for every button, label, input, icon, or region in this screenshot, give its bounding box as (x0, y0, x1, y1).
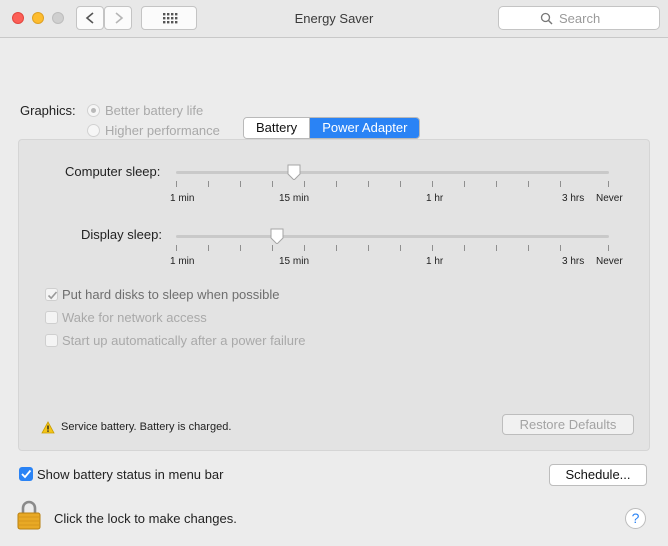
wake-network-checkbox[interactable] (45, 311, 58, 324)
display-sleep-slider[interactable] (176, 228, 609, 258)
schedule-button[interactable]: Schedule... (549, 464, 647, 486)
startup-power-label: Start up automatically after a power fai… (62, 333, 306, 348)
slider-tick (608, 245, 609, 251)
slider-tick (560, 181, 561, 187)
show-battery-status-label: Show battery status in menu bar (37, 467, 224, 482)
slider-tick (336, 245, 337, 251)
slider-tick (528, 245, 529, 251)
tick-label-never: Never (596, 256, 623, 267)
battery-status-text: Service battery. Battery is charged. (61, 421, 232, 433)
startup-power-checkbox[interactable] (45, 334, 58, 347)
slider-tick (208, 181, 209, 187)
lock-message: Click the lock to make changes. (54, 511, 237, 526)
radio-better-battery-life[interactable] (87, 104, 100, 117)
slider-thumb[interactable] (286, 164, 302, 180)
tick-label-3-hrs: 3 hrs (562, 193, 585, 204)
slider-tick (496, 181, 497, 187)
hard-disks-label: Put hard disks to sleep when possible (62, 287, 280, 302)
slider-tick (432, 245, 433, 251)
checkmark-icon (21, 469, 32, 479)
checkmark-icon (47, 291, 58, 300)
slider-tick (608, 181, 609, 187)
slider-tick (464, 245, 465, 251)
slider-tick (368, 245, 369, 251)
slider-tick (400, 181, 401, 187)
slider-tick (336, 181, 337, 187)
tick-label-15-min: 15 min (279, 256, 310, 267)
computer-sleep-label: Computer sleep: (65, 164, 161, 179)
search-placeholder: Search (559, 11, 601, 26)
slider-tick (496, 245, 497, 251)
slider-tick (400, 245, 401, 251)
lock-icon[interactable] (16, 500, 42, 530)
tab-power-adapter[interactable]: Power Adapter (310, 118, 420, 138)
slider-tick (304, 245, 305, 251)
help-button[interactable]: ? (625, 508, 646, 529)
radio-label-better-battery-life: Better battery life (105, 103, 204, 118)
slider-tick (432, 181, 433, 187)
tab-battery[interactable]: Battery (244, 118, 311, 138)
slider-tick (304, 181, 305, 187)
tick-label-3-hrs: 3 hrs (562, 256, 585, 267)
slider-tick (464, 181, 465, 187)
slider-tick (208, 245, 209, 251)
computer-sleep-slider[interactable] (176, 164, 609, 194)
slider-tick (272, 245, 273, 251)
radio-higher-performance[interactable] (87, 124, 100, 137)
tick-label-1-min: 1 min (170, 256, 195, 267)
radio-label-higher-performance: Higher performance (105, 123, 220, 138)
show-battery-status-checkbox[interactable] (19, 467, 33, 481)
slider-thumb[interactable] (269, 228, 285, 244)
slider-track (176, 171, 609, 174)
slider-tick (240, 245, 241, 251)
slider-tick (176, 245, 177, 251)
graphics-label: Graphics: (20, 103, 76, 118)
slider-tick (272, 181, 273, 187)
restore-defaults-button[interactable]: Restore Defaults (502, 414, 634, 435)
tick-label-never: Never (596, 193, 623, 204)
tick-label-15-min: 15 min (279, 193, 310, 204)
tick-label-1-min: 1 min (170, 193, 195, 204)
display-sleep-label: Display sleep: (81, 227, 162, 242)
slider-tick (528, 181, 529, 187)
slider-track (176, 235, 609, 238)
search-field[interactable]: Search (498, 6, 660, 30)
slider-tick (240, 181, 241, 187)
radio-selected-dot (91, 108, 96, 113)
tick-label-1-hr: 1 hr (426, 256, 444, 267)
slider-tick (560, 245, 561, 251)
wake-network-label: Wake for network access (62, 310, 207, 325)
hard-disks-checkbox[interactable] (45, 288, 58, 301)
tab-control: Battery Power Adapter (243, 117, 421, 139)
slider-tick (176, 181, 177, 187)
search-icon (540, 12, 553, 25)
tick-label-1-hr: 1 hr (426, 193, 444, 204)
warning-icon (41, 421, 55, 434)
slider-tick (368, 181, 369, 187)
